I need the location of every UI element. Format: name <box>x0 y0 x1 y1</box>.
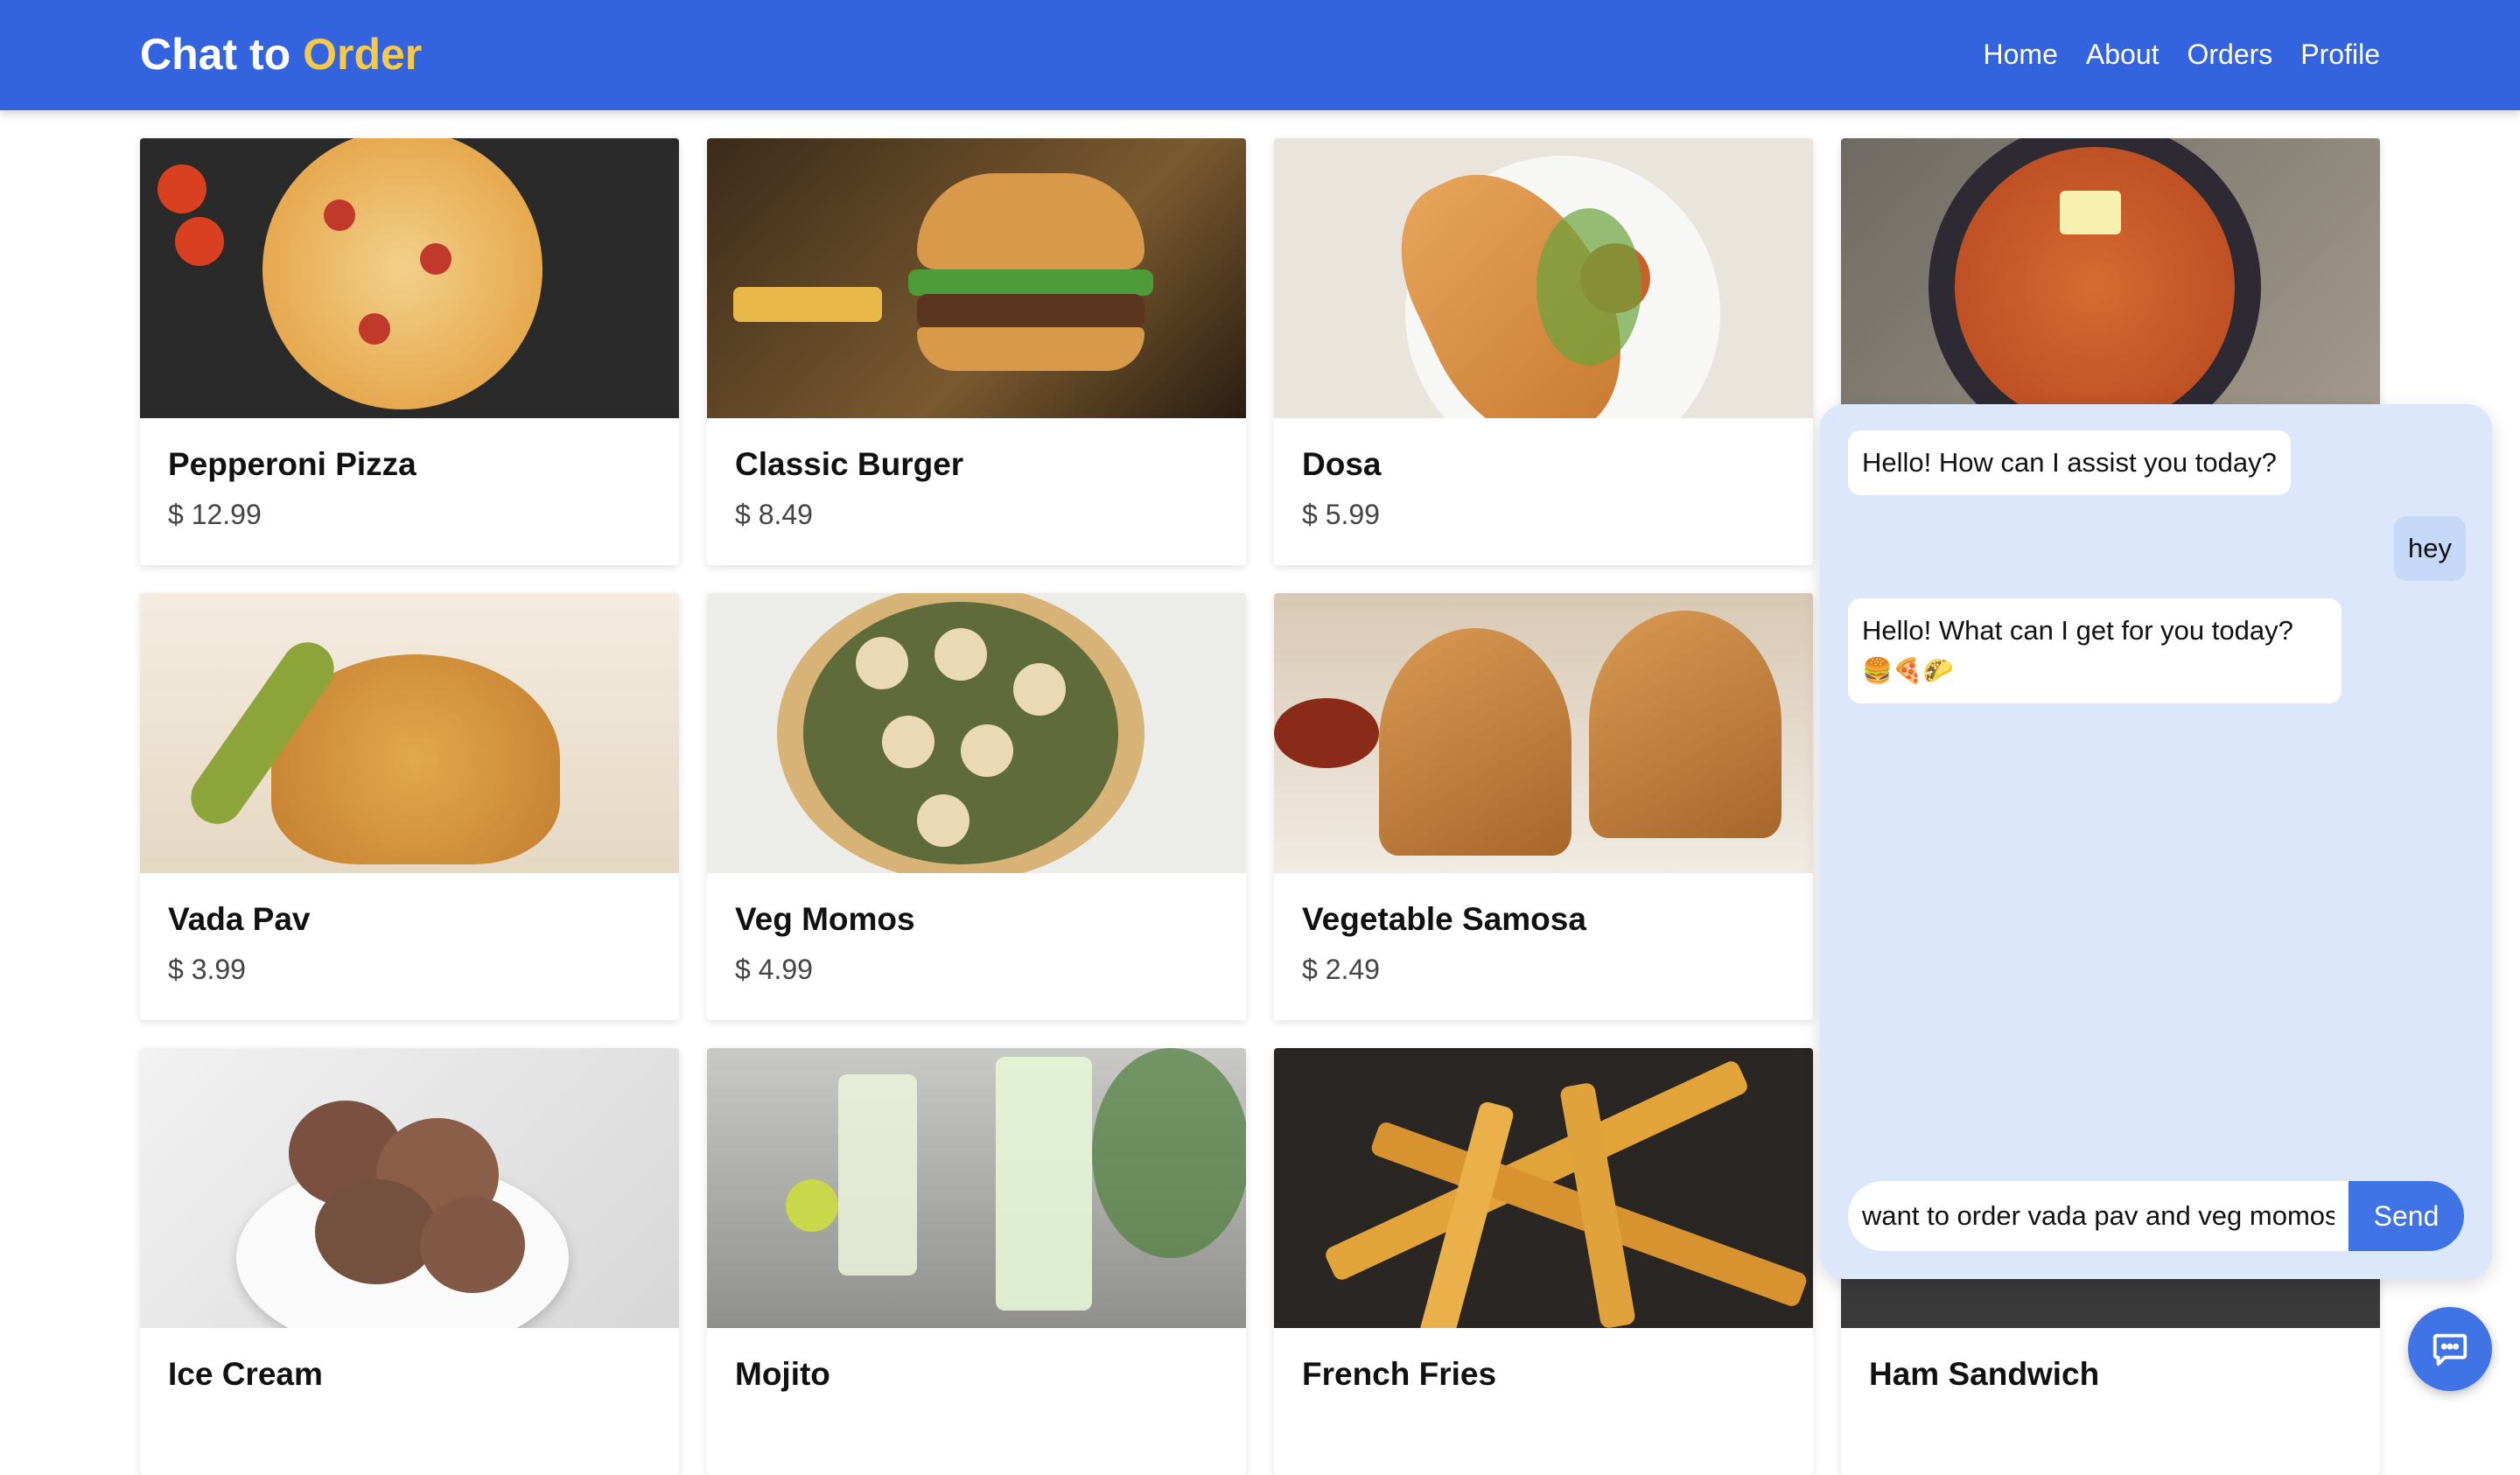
ice-cream-image <box>140 1048 679 1328</box>
chat-message-input[interactable] <box>1848 1181 2348 1251</box>
menu-card[interactable]: Pepperoni Pizza $ 12.99 <box>140 138 679 565</box>
item-name: Vegetable Samosa <box>1302 901 1586 937</box>
item-name: Ham Sandwich <box>1869 1356 2100 1392</box>
top-navbar: Chat to Order Home About Orders Profile <box>0 0 2520 110</box>
chat-toggle-button[interactable] <box>2408 1307 2492 1391</box>
chat-message-emoji: 🍔🍕🌮 <box>1862 656 1954 685</box>
main-nav: Home About Orders Profile <box>1984 33 2380 75</box>
menu-card[interactable]: Vada Pav $ 3.99 <box>140 593 679 1020</box>
nav-about-link[interactable]: About <box>2086 33 2160 75</box>
brand-logo[interactable]: Chat to Order <box>140 26 422 82</box>
chat-bot-message: Hello! What can I get for you today? 🍔🍕🌮 <box>1848 598 2342 703</box>
chat-message-text: Hello! What can I get for you today? <box>1862 615 2293 646</box>
nav-orders-link[interactable]: Orders <box>2188 33 2273 75</box>
menu-card[interactable]: Ice Cream <box>140 1048 679 1475</box>
vada-pav-image <box>140 593 679 873</box>
menu-card[interactable]: Dosa $ 5.99 <box>1274 138 1813 565</box>
classic-burger-image <box>707 138 1246 418</box>
item-price: $ 8.49 <box>735 499 813 530</box>
item-name: Dosa <box>1302 446 1382 482</box>
brand-primary-text: Chat to <box>140 30 291 79</box>
item-name: Classic Burger <box>735 446 964 482</box>
brand-accent-text: Order <box>303 30 423 79</box>
menu-card[interactable]: Vegetable Samosa $ 2.49 <box>1274 593 1813 1020</box>
send-button[interactable]: Send <box>2348 1181 2464 1251</box>
french-fries-image <box>1274 1048 1813 1328</box>
item-name: Veg Momos <box>735 901 915 937</box>
chat-bot-message: Hello! How can I assist you today? <box>1848 430 2291 495</box>
veg-momos-image <box>707 593 1246 873</box>
item-name: Ice Cream <box>168 1356 323 1392</box>
vegetable-samosa-image <box>1274 593 1813 873</box>
item-name: French Fries <box>1302 1356 1497 1392</box>
item-name: Pepperoni Pizza <box>168 446 416 482</box>
item-price: $ 5.99 <box>1302 499 1380 530</box>
item-price: $ 2.49 <box>1302 954 1380 985</box>
item-price: $ 4.99 <box>735 954 813 985</box>
menu-card[interactable]: Veg Momos $ 4.99 <box>707 593 1246 1020</box>
menu-card[interactable]: Classic Burger $ 8.49 <box>707 138 1246 565</box>
menu-card[interactable]: French Fries <box>1274 1048 1813 1475</box>
mojito-image <box>707 1048 1246 1328</box>
pepperoni-pizza-image <box>140 138 679 418</box>
item-price: $ 3.99 <box>168 954 246 985</box>
chat-user-message: hey <box>2394 516 2466 581</box>
menu-card[interactable]: Mojito <box>707 1048 1246 1475</box>
nav-profile-link[interactable]: Profile <box>2300 33 2380 75</box>
chat-bubble-icon <box>2432 1333 2468 1367</box>
item-price: $ 12.99 <box>168 499 262 530</box>
nav-home-link[interactable]: Home <box>1984 33 2058 75</box>
chat-panel: Hello! How can I assist you today? hey H… <box>1820 404 2492 1279</box>
dosa-image <box>1274 138 1813 418</box>
item-name: Mojito <box>735 1356 830 1392</box>
pav-bhaji-image <box>1841 138 2380 418</box>
item-name: Vada Pav <box>168 901 311 937</box>
